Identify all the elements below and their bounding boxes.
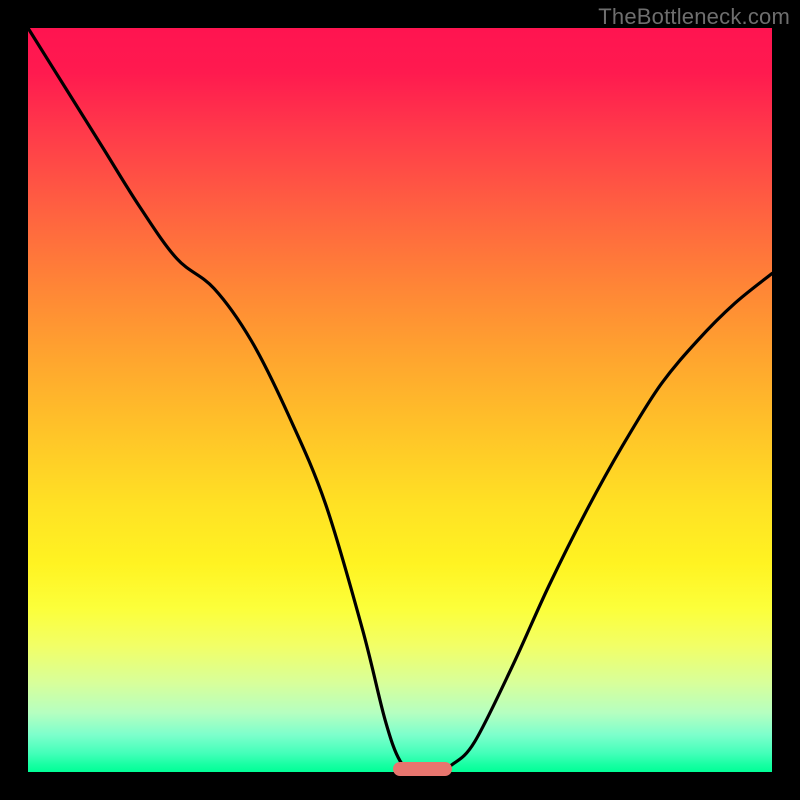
watermark-text: TheBottleneck.com bbox=[598, 4, 790, 30]
optimal-range-marker bbox=[393, 762, 453, 776]
bottleneck-curve bbox=[28, 28, 772, 772]
chart-plot-area bbox=[28, 28, 772, 772]
